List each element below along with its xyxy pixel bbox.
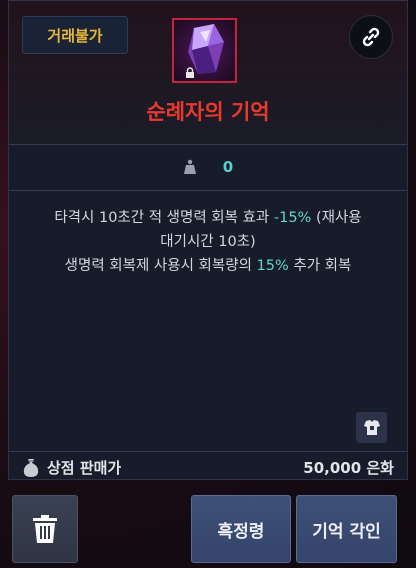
link-button[interactable] (349, 15, 393, 59)
description-line: 타격시 10초간 적 생명력 회복 효과 -15% (재사용 (54, 210, 362, 226)
item-icon (172, 18, 237, 83)
item-header: 거래불가 순례자의 기억 (9, 1, 407, 145)
trash-icon (33, 515, 57, 543)
weight-icon (183, 159, 196, 174)
lock-icon (186, 67, 194, 78)
armor-icon (356, 412, 387, 443)
weight-value: 0 (222, 158, 234, 176)
link-icon (362, 27, 380, 47)
weight-row: 0 (9, 144, 407, 191)
shop-price-value: 50,000 은화 (303, 459, 394, 477)
item-tooltip-panel: 거래불가 순례자의 기억 0 타격시 10초간 적 생명력 회복 효과 -15%… (8, 0, 408, 480)
trade-status-badge: 거래불가 (22, 16, 128, 54)
item-description: 타격시 10초간 적 생명력 회복 효과 -15% (재사용 대기시간 10초)… (9, 206, 407, 278)
black-spirit-button[interactable]: 흑정령 (191, 495, 291, 563)
description-line: 대기시간 10초) (160, 234, 256, 250)
shop-price-label: 상점 판매가 (47, 459, 122, 477)
shop-price-row: 상점 판매가 50,000 은화 (9, 451, 407, 481)
memory-engrave-button[interactable]: 기억 각인 (296, 495, 397, 563)
discard-button[interactable] (12, 495, 78, 563)
item-name: 순례자의 기억 (146, 100, 270, 124)
description-line: 생명력 회복제 사용시 회복량의 15% 추가 회복 (64, 258, 352, 274)
silver-bag-icon (23, 459, 39, 477)
